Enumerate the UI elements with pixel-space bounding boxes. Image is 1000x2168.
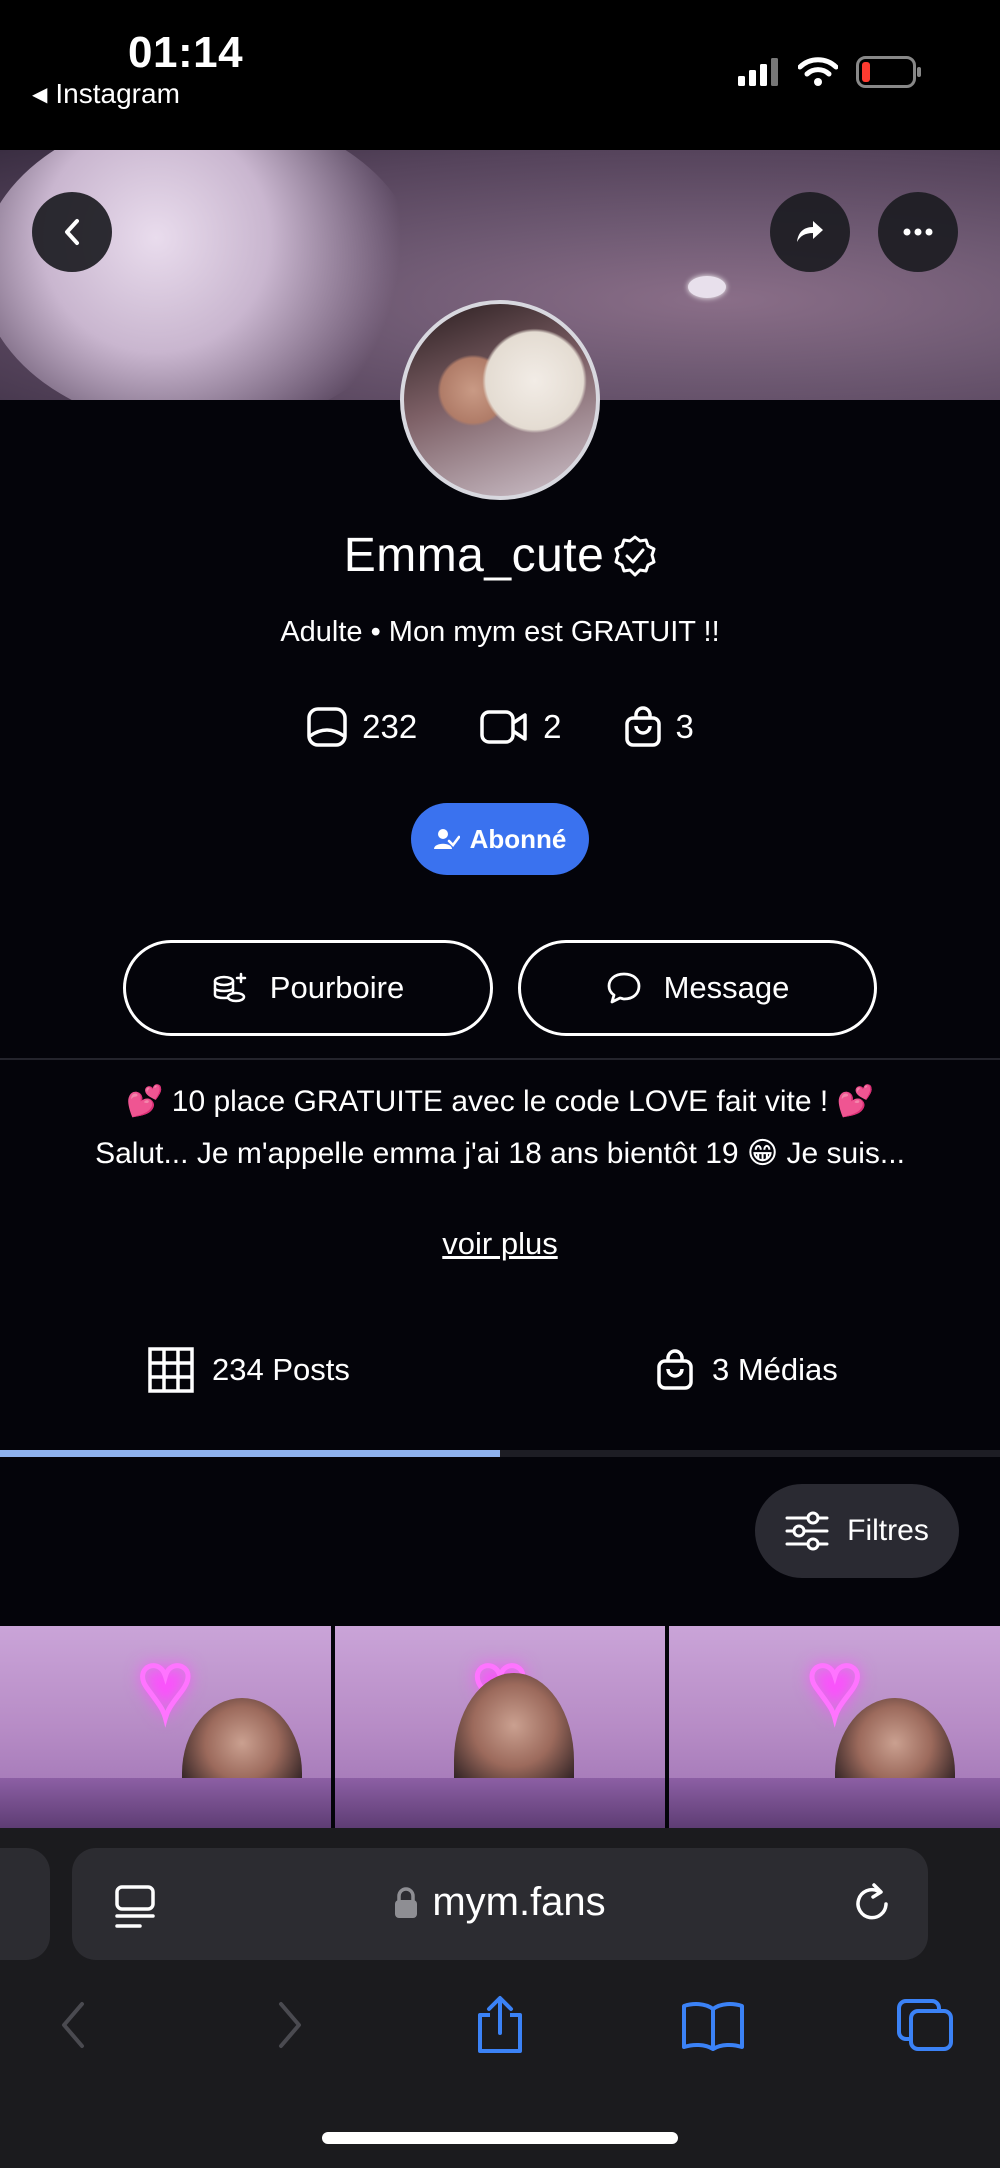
shopping-bag-icon (624, 706, 661, 747)
thumbnail-bed (0, 1778, 331, 1828)
thumbnail-bed (334, 1778, 666, 1828)
tabs-icon (897, 1999, 953, 2051)
shop-count: 3 (675, 708, 694, 745)
tab-media-label: 3 Médias (712, 1352, 838, 1387)
clock: 01:14 (128, 28, 244, 77)
cover-gem-shape (688, 276, 726, 298)
wifi-icon (798, 57, 838, 86)
back-app-label: Instagram (55, 78, 180, 109)
video-count-stat: 2 (479, 706, 562, 748)
message-button[interactable]: Message (518, 940, 877, 1036)
browser-share-button[interactable] (465, 1990, 535, 2060)
status-bar: 01:14 ◀ Instagram (0, 0, 1000, 150)
chevron-right-icon (279, 2002, 301, 2048)
tab-posts-label: 234 Posts (212, 1352, 350, 1387)
user-check-icon (433, 829, 460, 849)
home-indicator (322, 2132, 678, 2144)
grid-icon (148, 1347, 194, 1393)
photo-count: 232 (362, 708, 418, 745)
description-line-2: Salut... Je m'appelle emma j'ai 18 ans b… (95, 1137, 905, 1170)
chevron-left-icon (65, 219, 79, 245)
profile-name-row: Emma_cute (0, 528, 1000, 583)
coins-plus-icon (213, 972, 247, 1003)
active-tab-indicator (0, 1450, 500, 1457)
system-icons (738, 56, 922, 88)
chevron-left-icon (62, 2002, 84, 2048)
avatar[interactable] (400, 300, 600, 500)
battery-icon (856, 56, 921, 88)
lock-icon (395, 1886, 418, 1918)
profile-stats: 232 2 3 (0, 706, 1000, 748)
back-triangle-icon: ◀ (32, 83, 48, 106)
open-book-icon (682, 2002, 744, 2051)
see-more-link[interactable]: voir plus (0, 1226, 1000, 1262)
reload-icon[interactable] (850, 1882, 894, 1926)
photo-icon (307, 707, 347, 747)
share-icon (478, 1996, 522, 2053)
message-label: Message (663, 970, 790, 1005)
filters-button[interactable]: Filtres (755, 1484, 959, 1578)
browser-forward-button[interactable] (255, 1990, 325, 2060)
cover-lace-shape (0, 150, 420, 400)
browser-toolbar (0, 1990, 1000, 2060)
subscribed-button[interactable]: Abonné (411, 803, 589, 875)
content-tabs: 234 Posts 3 Médias (0, 1340, 1000, 1460)
tab-media[interactable]: 3 Médias (656, 1340, 838, 1400)
back-to-app-link[interactable]: ◀ Instagram (32, 78, 180, 110)
tip-button[interactable]: Pourboire (123, 940, 493, 1036)
post-thumbnail[interactable]: ♥ (669, 1626, 1000, 1828)
browser-back-button[interactable] (38, 1990, 108, 2060)
back-button[interactable] (32, 192, 112, 272)
filters-label: Filtres (847, 1514, 929, 1547)
sliders-icon (785, 1511, 829, 1551)
more-options-button[interactable] (878, 192, 958, 272)
section-divider (0, 1058, 1000, 1060)
bookmarks-button[interactable] (678, 1990, 748, 2060)
tab-posts[interactable]: 234 Posts (148, 1340, 350, 1400)
profile-tagline: Adulte • Mon mym est GRATUIT !! (280, 616, 720, 648)
photo-count-stat: 232 (306, 706, 417, 748)
subscribed-label: Abonné (469, 823, 567, 854)
post-thumbnail[interactable]: ♥ (334, 1626, 666, 1828)
video-count: 2 (543, 708, 562, 745)
share-arrow-icon (797, 221, 823, 242)
profile-name: Emma_cute (343, 529, 605, 582)
share-button[interactable] (770, 192, 850, 272)
cellular-signal-icon (738, 58, 778, 86)
tabs-button[interactable] (890, 1990, 960, 2060)
post-thumbnail[interactable]: ♥ (0, 1626, 331, 1828)
neon-heart-shape: ♥ (136, 1635, 196, 1737)
shopping-bag-icon (657, 1349, 693, 1390)
chat-bubble-icon (607, 972, 640, 1004)
url-text: mym.fans (432, 1880, 606, 1924)
post-grid: ♥ ♥ ♥ (0, 1626, 1000, 1828)
ellipsis-icon (903, 228, 933, 236)
thumbnail-bed (669, 1778, 1000, 1828)
tip-label: Pourboire (269, 970, 405, 1005)
video-camera-icon (480, 710, 527, 744)
shop-count-stat: 3 (624, 706, 694, 748)
verified-badge-icon (614, 535, 656, 576)
description-line-1: 💕 10 place GRATUITE avec le code LOVE fa… (126, 1085, 874, 1118)
